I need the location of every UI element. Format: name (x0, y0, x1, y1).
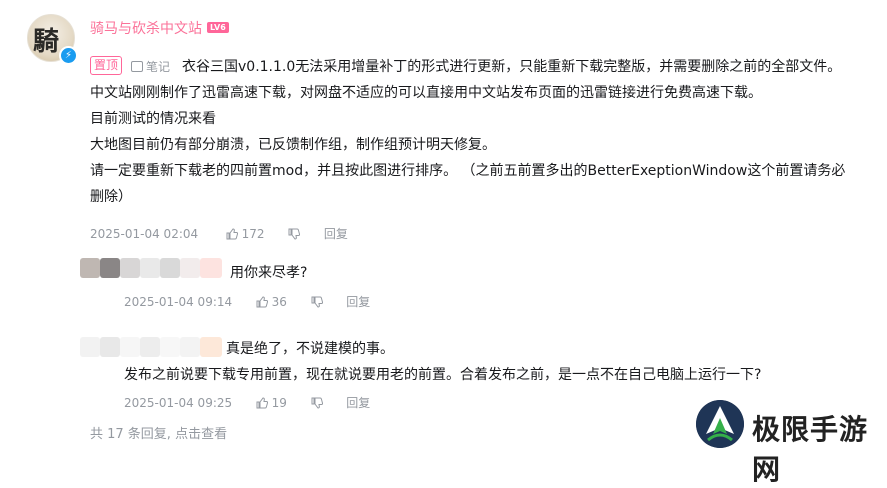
thumb-up-icon (226, 228, 238, 240)
watermark-logo-shape (696, 400, 744, 448)
thumb-down-icon[interactable] (311, 397, 323, 409)
thumb-up-icon (256, 296, 268, 308)
reply-meta: 2025-01-04 09:14 36 回复 (124, 293, 370, 310)
post-text-line: 删除） (90, 189, 132, 205)
post-meta: 2025-01-04 02:04 172 回复 (90, 225, 348, 242)
post-text-line: 中文站刚刚制作了迅雷高速下载，对网盘不适应的可以直接用中文站发布页面的迅雷链接进… (90, 85, 762, 101)
username[interactable]: 骑马与砍杀中文站 (90, 18, 202, 38)
like-button[interactable]: 172 (226, 227, 269, 241)
note-label: 笔记 (146, 60, 171, 74)
reply-meta: 2025-01-04 09:25 19 回复 (124, 394, 370, 411)
thumb-up-icon (256, 397, 268, 409)
reply-text-continued: 发布之前说要下载专用前置，现在就说要用老的前置。合着发布之前，是一点不在自己电脑… (124, 367, 762, 383)
reply-username-blurred[interactable] (80, 258, 222, 279)
like-count: 19 (271, 396, 287, 410)
watermark-logo-icon (696, 400, 744, 448)
like-count: 36 (271, 295, 287, 309)
pinned-badge: 置顶 (90, 56, 123, 75)
verified-icon: ⚡ (59, 46, 78, 65)
reply-text: 用你来尽孝? (230, 265, 308, 281)
post-text-line: 请一定要重新下载老的四前置mod，并且按此图进行排序。 （之前五前置多出的Bet… (90, 163, 846, 179)
note-tag[interactable]: 笔记 (131, 58, 170, 75)
post-text-line: 衣谷三国v0.1.1.0无法采用增量补丁的形式进行更新，只能重新下载完整版，并需… (182, 59, 842, 75)
post-text-line: 目前测试的情况来看 (90, 111, 216, 127)
thumb-down-icon[interactable] (288, 228, 301, 240)
avatar-calligraphy-image: 騎 (33, 27, 59, 57)
reply-button[interactable]: 回复 (346, 295, 370, 309)
watermark-text: 极限手游网 (752, 413, 869, 486)
post-time: 2025-01-04 02:04 (90, 227, 199, 241)
reply-time: 2025-01-04 09:14 (124, 295, 233, 309)
reply-time: 2025-01-04 09:25 (124, 396, 233, 410)
reply-button[interactable]: 回复 (346, 396, 370, 410)
like-button[interactable]: 36 (256, 295, 291, 309)
post-text-line: 大地图目前仍有部分崩溃，已反馈制作组，制作组预计明天修复。 (90, 137, 496, 153)
view-all-replies-link[interactable]: 共 17 条回复, 点击查看 (90, 423, 227, 442)
thumb-down-icon[interactable] (311, 296, 323, 308)
reply-username-blurred[interactable] (80, 337, 222, 358)
note-icon (131, 61, 143, 72)
reply-text: 真是绝了，不说建模的事。 (226, 341, 394, 357)
reply-button[interactable]: 回复 (324, 227, 348, 241)
level-badge: LV6 (207, 22, 229, 33)
like-button[interactable]: 19 (256, 396, 291, 410)
like-count: 172 (241, 227, 265, 241)
